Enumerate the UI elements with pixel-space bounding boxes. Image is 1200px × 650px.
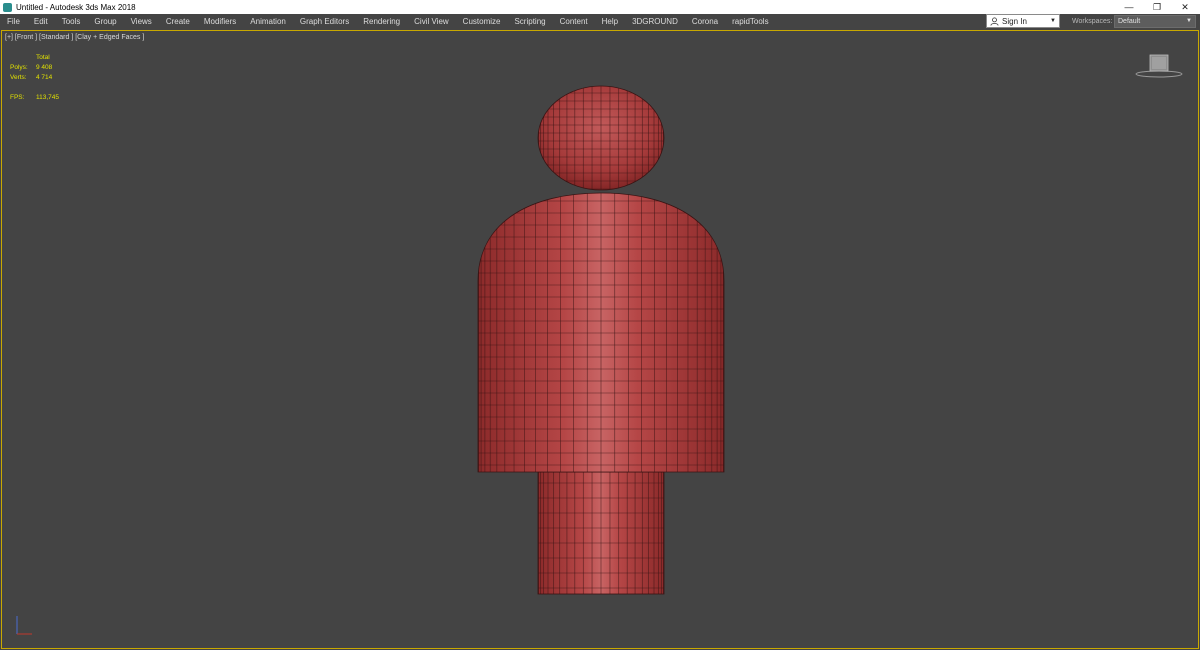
title-bar: Untitled - Autodesk 3ds Max 2018 bbox=[0, 0, 1200, 14]
menu-help[interactable]: Help bbox=[595, 14, 625, 29]
workspaces-label: Workspaces: bbox=[1072, 18, 1113, 25]
menu-views[interactable]: Views bbox=[124, 14, 159, 29]
stats-total-header: Total bbox=[36, 54, 50, 61]
menu-tools[interactable]: Tools bbox=[55, 14, 88, 29]
clay-figure-model bbox=[477, 85, 725, 595]
polys-label: Polys: bbox=[10, 64, 28, 71]
chevron-down-icon: ▼ bbox=[1186, 18, 1192, 24]
menu-graph-editors[interactable]: Graph Editors bbox=[293, 14, 356, 29]
polys-value: 9 408 bbox=[36, 64, 53, 71]
sign-in-dropdown[interactable]: Sign In ▼ bbox=[986, 14, 1060, 28]
sign-in-label: Sign In bbox=[1002, 16, 1027, 26]
verts-label: Verts: bbox=[10, 74, 27, 81]
menu-content[interactable]: Content bbox=[553, 14, 595, 29]
menu-animation[interactable]: Animation bbox=[243, 14, 293, 29]
body-mesh bbox=[477, 192, 725, 473]
viewport-label-menu[interactable]: [+] [Front ] [Standard ] [Clay + Edged F… bbox=[5, 34, 144, 41]
window-title: Untitled - Autodesk 3ds Max 2018 bbox=[16, 2, 136, 12]
menu-civil-view[interactable]: Civil View bbox=[407, 14, 456, 29]
minimize-button[interactable]: — bbox=[1115, 0, 1143, 14]
menu-corona[interactable]: Corona bbox=[685, 14, 725, 29]
fps-value: 113,745 bbox=[36, 94, 60, 101]
viewcube-icon[interactable] bbox=[1134, 51, 1184, 81]
menu-edit[interactable]: Edit bbox=[27, 14, 55, 29]
close-button[interactable]: ✕ bbox=[1171, 0, 1199, 14]
menu-group[interactable]: Group bbox=[87, 14, 123, 29]
menu-modifiers[interactable]: Modifiers bbox=[197, 14, 243, 29]
menu-scripting[interactable]: Scripting bbox=[507, 14, 552, 29]
menu-customize[interactable]: Customize bbox=[456, 14, 508, 29]
front-viewport[interactable]: [+] [Front ] [Standard ] [Clay + Edged F… bbox=[1, 30, 1199, 649]
leg-mesh bbox=[537, 471, 665, 595]
head-mesh bbox=[537, 85, 665, 191]
menu-rendering[interactable]: Rendering bbox=[356, 14, 407, 29]
app-logo-icon bbox=[3, 2, 12, 12]
menu-3dground[interactable]: 3DGROUND bbox=[625, 14, 685, 29]
menu-rapidtools[interactable]: rapidTools bbox=[725, 14, 775, 29]
workspaces-select[interactable]: Default ▼ bbox=[1114, 15, 1196, 28]
viewport-statistics: Total Polys: 9 408 Verts: 4 714 FPS: 113,74… bbox=[10, 53, 59, 103]
user-icon bbox=[990, 16, 999, 26]
chevron-down-icon: ▼ bbox=[1050, 18, 1056, 24]
menu-create[interactable]: Create bbox=[159, 14, 197, 29]
restore-button[interactable]: ❐ bbox=[1143, 0, 1171, 14]
verts-value: 4 714 bbox=[36, 74, 53, 81]
menu-file[interactable]: File bbox=[0, 14, 27, 29]
fps-label: FPS: bbox=[10, 94, 25, 101]
axis-tripod-icon bbox=[16, 616, 32, 635]
workspaces-value: Default bbox=[1118, 18, 1141, 25]
